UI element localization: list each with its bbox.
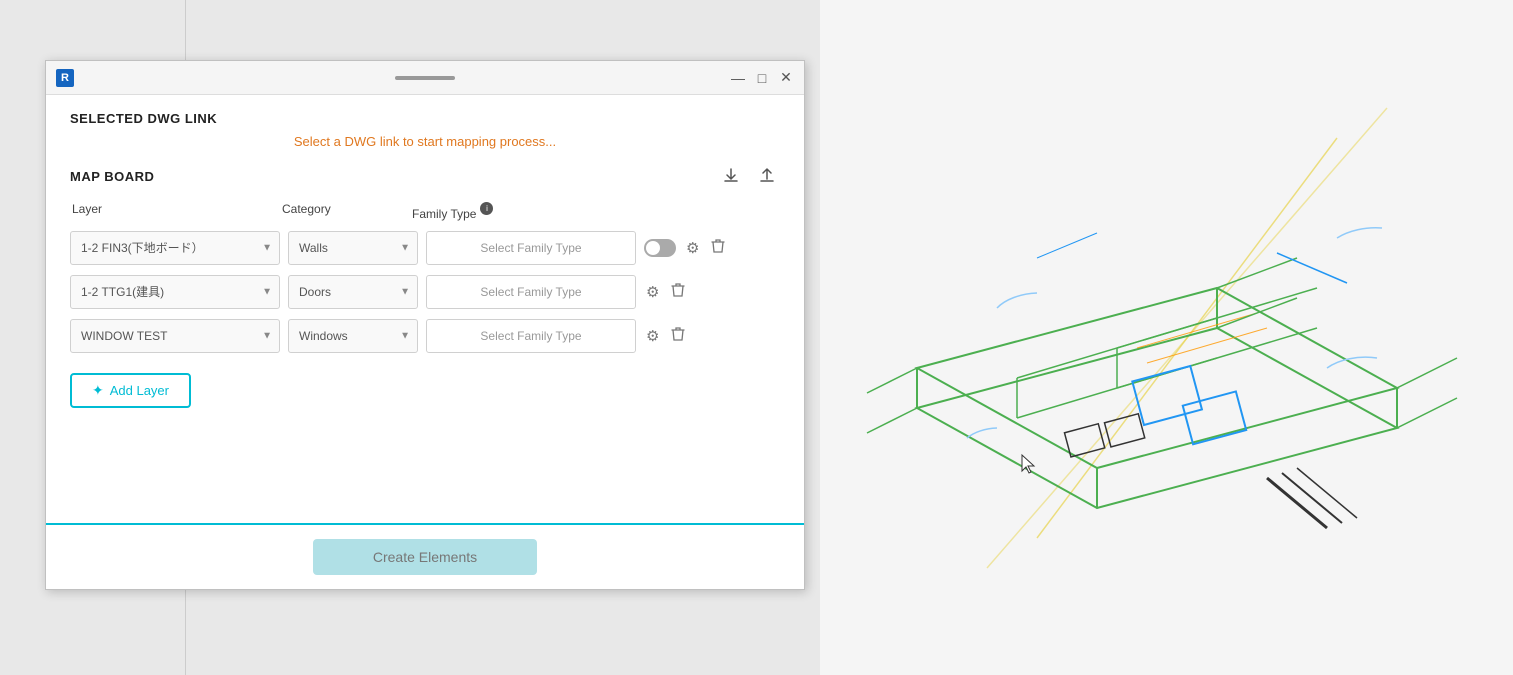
- col-header-actions: [622, 202, 722, 225]
- row-actions-1: ⚙: [644, 236, 744, 260]
- title-bar-title: [395, 76, 455, 80]
- toggle-1[interactable]: [644, 239, 676, 257]
- selected-dwg-title: SELECTED DWG LINK: [70, 111, 780, 126]
- family-type-btn-1[interactable]: Select Family Type: [426, 231, 636, 265]
- gear-btn-3[interactable]: ⚙: [644, 325, 661, 347]
- table-row: 1-2 FIN3(下地ボード） ▼ Walls Doors Windows ▼ …: [70, 231, 780, 265]
- title-bar: R — □ ✕: [46, 61, 804, 95]
- layer-select-1[interactable]: 1-2 FIN3(下地ボード）: [70, 231, 280, 265]
- gear-btn-1[interactable]: ⚙: [684, 237, 701, 259]
- category-select-wrapper-2: Doors Walls Windows ▼: [288, 275, 418, 309]
- map-board-section: MAP BOARD Layer Ca: [70, 165, 780, 408]
- map-board-title: MAP BOARD: [70, 169, 154, 184]
- cad-area: [820, 0, 1513, 675]
- table-headers: Layer Category Family Type i: [70, 202, 780, 225]
- title-bar-left: R: [56, 69, 74, 87]
- title-bar-center: [395, 76, 455, 80]
- close-button[interactable]: ✕: [778, 70, 794, 86]
- gear-btn-2[interactable]: ⚙: [644, 281, 661, 303]
- cad-drawing: [837, 88, 1497, 588]
- minimize-button[interactable]: —: [730, 70, 746, 86]
- col-header-layer: Layer: [72, 202, 282, 225]
- create-elements-button[interactable]: Create Elements: [313, 539, 537, 575]
- layer-select-wrapper-3: WINDOW TEST ▼: [70, 319, 280, 353]
- layer-select-2[interactable]: 1-2 TTG1(建具): [70, 275, 280, 309]
- title-bar-controls: — □ ✕: [730, 70, 794, 86]
- dialog-footer: Create Elements: [46, 523, 804, 589]
- col-header-family-type: Family Type i: [412, 202, 622, 225]
- selected-dwg-section: SELECTED DWG LINK Select a DWG link to s…: [70, 111, 780, 149]
- layer-select-3[interactable]: WINDOW TEST: [70, 319, 280, 353]
- add-layer-icon: ✦: [92, 382, 104, 399]
- family-type-btn-3[interactable]: Select Family Type: [426, 319, 636, 353]
- dialog-window: R — □ ✕ SELECTED DWG LINK Select a DWG l…: [45, 60, 805, 590]
- dwg-subtitle: Select a DWG link to start mapping proce…: [70, 134, 780, 149]
- download-button[interactable]: [718, 165, 744, 192]
- upload-button[interactable]: [754, 165, 780, 192]
- row-actions-2: ⚙: [644, 280, 744, 304]
- table-row: 1-2 TTG1(建具) ▼ Doors Walls Windows ▼ Sel…: [70, 275, 780, 309]
- add-layer-label: Add Layer: [110, 383, 169, 398]
- category-select-2[interactable]: Doors Walls Windows: [288, 275, 418, 309]
- table-row: WINDOW TEST ▼ Windows Walls Doors ▼ Sele…: [70, 319, 780, 353]
- maximize-button[interactable]: □: [754, 70, 770, 86]
- trash-btn-2[interactable]: [669, 280, 687, 304]
- dialog-content: SELECTED DWG LINK Select a DWG link to s…: [46, 95, 804, 523]
- category-select-3[interactable]: Windows Walls Doors: [288, 319, 418, 353]
- map-board-header: MAP BOARD: [70, 165, 780, 192]
- col-header-category: Category: [282, 202, 412, 225]
- map-board-actions: [718, 165, 780, 192]
- category-select-wrapper-1: Walls Doors Windows ▼: [288, 231, 418, 265]
- category-select-1[interactable]: Walls Doors Windows: [288, 231, 418, 265]
- info-icon: i: [480, 202, 493, 215]
- layer-select-wrapper-2: 1-2 TTG1(建具) ▼: [70, 275, 280, 309]
- trash-btn-3[interactable]: [669, 324, 687, 348]
- add-layer-button[interactable]: ✦ Add Layer: [70, 373, 191, 408]
- table-rows: 1-2 FIN3(下地ボード） ▼ Walls Doors Windows ▼ …: [70, 231, 780, 353]
- app-icon: R: [56, 69, 74, 87]
- family-type-btn-2[interactable]: Select Family Type: [426, 275, 636, 309]
- category-select-wrapper-3: Windows Walls Doors ▼: [288, 319, 418, 353]
- layer-select-wrapper-1: 1-2 FIN3(下地ボード） ▼: [70, 231, 280, 265]
- row-actions-3: ⚙: [644, 324, 744, 348]
- trash-btn-1[interactable]: [709, 236, 727, 260]
